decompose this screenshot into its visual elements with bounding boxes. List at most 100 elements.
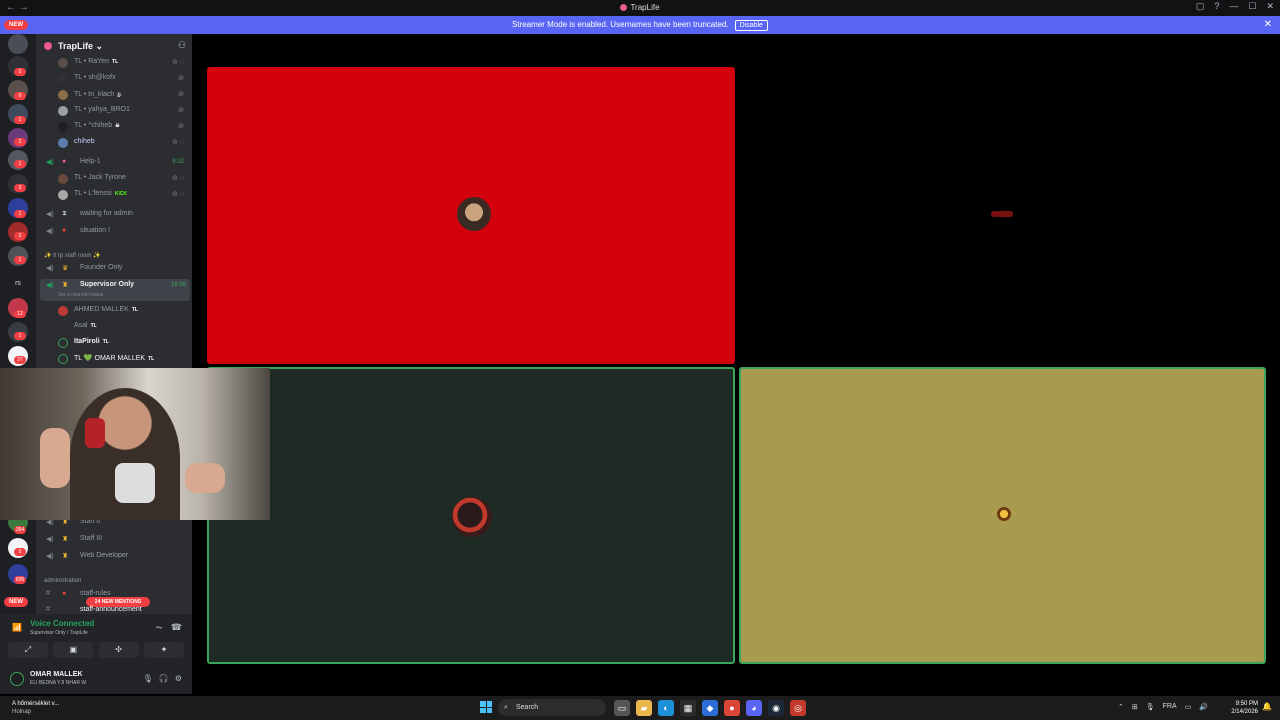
new-pill[interactable]: NEW [4, 20, 28, 30]
participant-avatar [457, 197, 491, 231]
voice-connected-channel[interactable]: Supervisor Only / TrapLife [30, 630, 88, 636]
channel-name: Supervisor Only [80, 281, 135, 288]
display-icon[interactable]: ▭ [1185, 703, 1192, 711]
voice-member[interactable]: TL • yahya_BRO1 ⊘ [36, 104, 192, 118]
text-channel[interactable]: # staff-announcement [36, 604, 192, 614]
activities-button[interactable]: ✣ [98, 642, 139, 658]
maximize-button[interactable]: ☐ [1248, 1, 1256, 12]
unread-badge: 12 [14, 310, 26, 318]
file-explorer-icon[interactable]: ▰ [636, 700, 652, 716]
windows-start-icon[interactable] [480, 701, 492, 713]
muted-icon: ⊘ [178, 107, 184, 114]
volume-icon[interactable]: 🔊 [1199, 703, 1208, 711]
network-icon[interactable]: ⊞ [1132, 703, 1138, 711]
voice-member[interactable]: TL • ^chiheb ☠ ⊘ [36, 120, 192, 134]
close-button[interactable]: ✕ [1266, 1, 1274, 12]
server-header[interactable]: TrapLife ⌄ ⚇ [36, 40, 192, 54]
category-staff-room[interactable]: ✨ tl rp staff room ✨ [44, 252, 101, 259]
voice-member[interactable]: TL • L'fenssi KICK ⊘ ◌ [36, 188, 192, 202]
app-icon [620, 4, 628, 11]
voice-member[interactable]: chiheb ⊘ ◌ [36, 136, 192, 150]
voice-channel-supervisor[interactable]: ◀) ♜ Supervisor Only 16:56 Set a channel… [40, 279, 190, 301]
voice-member[interactable]: Asal TL [36, 320, 192, 334]
avatar [58, 322, 68, 332]
unread-badge: 605 [14, 576, 26, 584]
banner-message: Streamer Mode is enabled. Usernames have… [512, 20, 729, 29]
voice-member[interactable]: TL 💚 OMAR MALLEK TL [36, 352, 192, 366]
inbox-icon[interactable]: ▢ [1196, 1, 1205, 12]
speaker-icon: ◀) [46, 553, 54, 560]
chrome-icon[interactable]: ● [724, 700, 740, 716]
camera-button[interactable]: ⤢ [8, 642, 48, 658]
avatar [58, 338, 68, 348]
video-tile-olive[interactable] [739, 367, 1266, 664]
muted-icon: ⊘ [178, 91, 184, 98]
window-controls: ▢ ? — ☐ ✕ [1196, 1, 1274, 12]
voice-connected-title: Voice Connected [30, 619, 95, 628]
app-icon[interactable]: ◎ [790, 700, 806, 716]
edge-icon[interactable]: ◐ [658, 700, 674, 716]
server-icon[interactable] [8, 34, 28, 54]
voice-member[interactable]: TL • RaYen TL ⊘ ◌ [36, 56, 192, 70]
voice-channel-help[interactable]: ◀) ● Help-1 9:32 [36, 156, 192, 170]
voice-channel[interactable]: ◀) ♛ Founder Only [36, 262, 192, 276]
video-tile-red[interactable] [207, 67, 735, 364]
voice-channel[interactable]: ◀) ● situation I [36, 225, 192, 239]
store-icon[interactable]: ▦ [680, 700, 696, 716]
muted-icon: ⊘ [178, 75, 184, 82]
voice-member[interactable]: ItaPiroli TL [36, 336, 192, 350]
headphones-shape [85, 418, 105, 448]
channel-name: staff-announcement [80, 606, 142, 613]
unread-badge: 1 [14, 332, 26, 340]
text-server-icon[interactable]: rs [8, 274, 28, 294]
invite-people-icon[interactable]: ⚇ [178, 40, 186, 51]
microphone-icon[interactable]: 🎙 [143, 674, 153, 683]
microphone-icon[interactable]: 🎙 [1146, 703, 1155, 711]
chevron-up-icon[interactable]: ⌃ [1118, 703, 1124, 711]
app-icon[interactable]: ◆ [702, 700, 718, 716]
voice-channel[interactable]: ◀) ♜ Staff III [36, 533, 192, 547]
voice-channel[interactable]: ◀) ♜ Web Developer [36, 550, 192, 564]
participant-avatar [997, 507, 1011, 521]
member-name: TL • tn_klachꦿ [74, 91, 122, 98]
user-avatar[interactable] [10, 672, 24, 686]
headphones-icon[interactable]: 🎧 [159, 674, 169, 683]
voice-member[interactable]: TL • tn_klachꦿ ⊘ [36, 88, 192, 102]
video-tile-black[interactable] [739, 67, 1266, 364]
unread-badge: 1 [14, 116, 26, 124]
banner-close-icon[interactable]: ✕ [1264, 19, 1272, 30]
clock[interactable]: 9:50 PM 2/14/2026 [1231, 700, 1258, 716]
taskbar-search[interactable]: ⌕ Search [498, 699, 606, 716]
discord-window: ← → TrapLife ▢ ? — ☐ ✕ Streamer Mode is … [0, 0, 1280, 720]
member-name: TL • yahya_BRO1 [74, 106, 130, 113]
discord-icon[interactable]: ◕ [746, 700, 762, 716]
muted-icon: ⊘ ◌ [172, 59, 184, 66]
voice-member[interactable]: TL • Jack Tyrone ⊘ ◌ [36, 172, 192, 186]
steam-icon[interactable]: ◉ [768, 700, 784, 716]
channel-status[interactable]: Set a channel status [58, 292, 103, 298]
category-administration[interactable]: administration [44, 578, 81, 584]
settings-gear-icon[interactable]: ⚙ [175, 674, 182, 683]
server-rail: NEW 2 6 1 2 1 3 1 2 1 rs 12 1 27 354 5 6… [0, 20, 36, 694]
disable-button[interactable]: Disable [734, 20, 768, 31]
noise-suppression-icon[interactable]: ⏦ [155, 622, 162, 633]
user-panel: OMAR MALLEK ELI BEDNA YJI NHAR W 🎙 🎧 ⚙ [0, 666, 192, 694]
minimize-button[interactable]: — [1229, 1, 1238, 12]
voice-member[interactable]: AHMED MALLEK TL [36, 304, 192, 318]
user-status: ELI BEDNA YJI NHAR W [30, 680, 87, 686]
notification-bell-icon[interactable]: 🔔 [1262, 702, 1272, 711]
disconnect-icon[interactable]: ☎ [171, 622, 182, 633]
avatar [58, 306, 68, 316]
task-view-icon[interactable]: ▭ [614, 700, 630, 716]
user-controls: 🎙 🎧 ⚙ [143, 674, 182, 683]
new-unreads-pill[interactable]: NEW [4, 597, 28, 607]
soundboard-button[interactable]: ✦ [143, 642, 184, 658]
video-tile-dark-green[interactable] [207, 367, 735, 664]
screen-share-button[interactable]: ▣ [53, 642, 94, 658]
help-icon[interactable]: ? [1214, 1, 1219, 12]
weather-widget[interactable]: A hőmérséklet v... Holnap [12, 700, 59, 716]
voice-member[interactable]: TL • sh@kofx ⊘ [36, 72, 192, 86]
hourglass-icon: ⧗ [62, 210, 67, 217]
language-indicator[interactable]: FRA [1163, 703, 1177, 711]
voice-channel[interactable]: ◀) ⧗ waiting for admin [36, 208, 192, 222]
